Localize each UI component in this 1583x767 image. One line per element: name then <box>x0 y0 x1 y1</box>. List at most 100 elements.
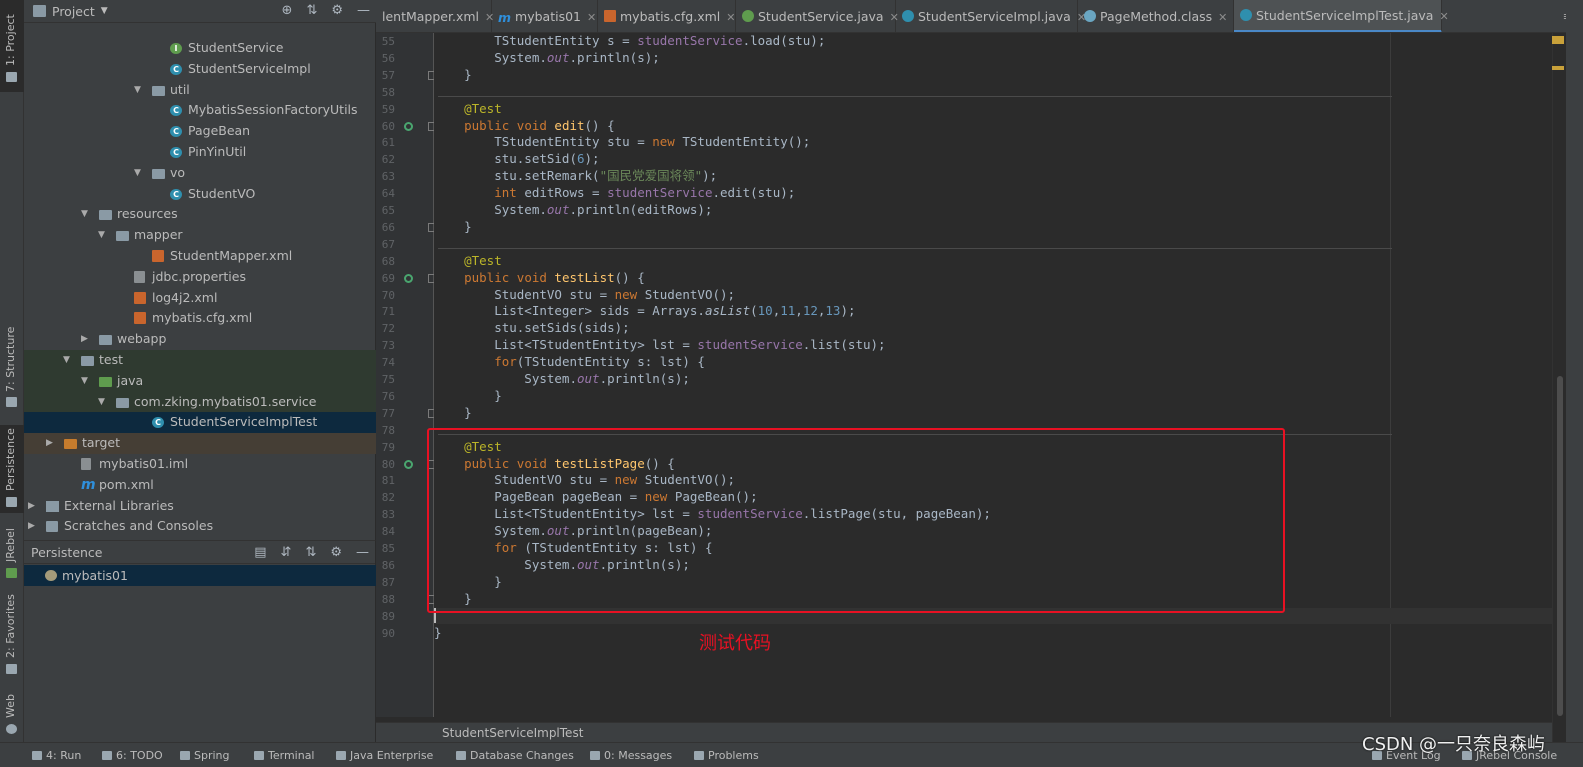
tree-item[interactable]: ▶ External Libraries <box>24 496 376 517</box>
editor-tab[interactable]: StudentService.java ✕ <box>736 0 899 32</box>
code-line[interactable]: StudentVO stu = new StudentVO(); <box>434 287 1552 304</box>
close-icon[interactable]: ✕ <box>726 11 735 24</box>
close-icon[interactable]: ✕ <box>1439 10 1448 23</box>
tree-item[interactable]: ▼ util <box>24 80 376 101</box>
run-test-icon[interactable] <box>404 121 413 131</box>
tool-tab-structure[interactable]: 7: Structure <box>0 325 24 410</box>
code-line[interactable]: } <box>434 219 1552 236</box>
chevron-down-icon[interactable]: ▼ <box>98 225 105 246</box>
tool-tab-persistence[interactable]: Persistence <box>0 425 24 513</box>
tree-item[interactable]: C StudentServiceImplTest <box>24 412 376 434</box>
editor-tab[interactable]: PageMethod.class ✕ <box>1078 0 1234 32</box>
chevron-down-icon[interactable]: ▼ <box>63 350 70 371</box>
tree-item[interactable]: ▼ com.zking.mybatis01.service <box>24 391 376 413</box>
code-line[interactable]: System.out.println(editRows); <box>434 202 1552 219</box>
code-line[interactable]: } <box>434 625 1552 642</box>
persistence-item[interactable]: mybatis01 <box>24 565 376 586</box>
scrollbar-thumb[interactable] <box>1557 376 1563 716</box>
code-line[interactable]: @Test <box>434 253 1552 270</box>
chevron-down-icon[interactable]: ▼ <box>81 371 88 392</box>
tree-item[interactable]: ▶ webapp <box>24 329 376 350</box>
warning-marker[interactable] <box>1552 66 1564 70</box>
expand-icon[interactable]: ⇵ <box>281 541 292 564</box>
code-editor[interactable]: TStudentEntity s = studentService.load(s… <box>434 33 1552 717</box>
editor-tab[interactable]: StudentServiceImplTest.java ✕ <box>1234 0 1449 32</box>
editor-tab[interactable]: mybatis.cfg.xml ✕ <box>598 0 736 32</box>
run-test-icon[interactable] <box>404 459 413 469</box>
tree-item[interactable]: mybatis.cfg.xml <box>24 308 376 329</box>
editor-tab[interactable]: lentMapper.xml ✕ <box>376 0 494 32</box>
code-line[interactable]: List<TStudentEntity> lst = studentServic… <box>434 337 1552 354</box>
bottom-tool-tab[interactable]: Database Changes <box>456 749 574 762</box>
tree-item[interactable]: C PageBean <box>24 121 376 142</box>
code-line[interactable]: @Test <box>434 101 1552 118</box>
project-panel-title[interactable]: Project <box>52 4 95 19</box>
bottom-tool-tab[interactable]: Spring <box>180 749 230 762</box>
code-line[interactable]: for(TStudentEntity s: lst) { <box>434 354 1552 371</box>
bottom-tool-tab[interactable]: 4: Run <box>32 749 81 762</box>
editor-tab[interactable]: StudentServiceImpl.java ✕ <box>896 0 1086 32</box>
chevron-down-icon[interactable]: ▼ <box>134 163 141 184</box>
bottom-tool-tab[interactable]: 0: Messages <box>590 749 672 762</box>
code-line[interactable]: } <box>434 388 1552 405</box>
gear-icon[interactable]: ⚙ <box>331 3 343 18</box>
chevron-right-icon[interactable]: ▶ <box>28 496 35 517</box>
tree-item[interactable]: ▼ vo <box>24 163 376 184</box>
tree-item[interactable]: ▶ target <box>24 433 376 454</box>
minimize-icon[interactable]: — <box>357 3 370 18</box>
collapse-icon[interactable]: ⇅ <box>306 3 317 18</box>
tree-item[interactable]: I StudentService <box>24 38 376 59</box>
bottom-tool-tab[interactable]: 6: TODO <box>102 749 163 762</box>
tree-item[interactable]: log4j2.xml <box>24 288 376 309</box>
tree-item[interactable]: C StudentVO <box>24 184 376 205</box>
tree-item[interactable]: ▼ resources <box>24 204 376 225</box>
code-line[interactable]: public void edit() { <box>434 118 1552 135</box>
chevron-right-icon[interactable]: ▶ <box>46 433 53 454</box>
chevron-right-icon[interactable]: ▶ <box>28 516 35 537</box>
tree-item[interactable]: mybatis01.iml <box>24 454 376 475</box>
warning-marker[interactable] <box>1552 36 1564 44</box>
tree-item[interactable]: ▼ mapper <box>24 225 376 246</box>
tree-item[interactable]: ▼ java <box>24 370 376 392</box>
code-line[interactable]: System.out.println(s); <box>434 371 1552 388</box>
code-line[interactable]: List<Integer> sids = Arrays.asList(10,11… <box>434 303 1552 320</box>
code-line[interactable]: System.out.println(s); <box>434 50 1552 67</box>
code-line[interactable] <box>434 236 1552 253</box>
console-icon[interactable]: ▤ <box>254 541 266 564</box>
chevron-down-icon[interactable]: ▼ <box>98 392 105 413</box>
code-line[interactable]: int editRows = studentService.edit(stu); <box>434 185 1552 202</box>
run-test-icon[interactable] <box>404 273 413 283</box>
code-line[interactable]: TStudentEntity s = studentService.load(s… <box>434 33 1552 50</box>
code-line[interactable]: stu.setSid(6); <box>434 151 1552 168</box>
code-line[interactable]: TStudentEntity stu = new TStudentEntity(… <box>434 134 1552 151</box>
tree-item[interactable]: StudentMapper.xml <box>24 246 376 267</box>
collapse-icon[interactable]: ⇅ <box>305 541 316 564</box>
chevron-down-icon[interactable]: ▼ <box>81 204 88 225</box>
editor-tab[interactable]: m mybatis01 ✕ <box>492 0 598 32</box>
tree-item[interactable]: ▶ Scratches and Consoles <box>24 516 376 537</box>
code-line[interactable]: stu.setSids(sids); <box>434 320 1552 337</box>
tree-item[interactable]: ▼ test <box>24 350 376 371</box>
gear-icon[interactable]: ⚙ <box>330 541 342 564</box>
bottom-tool-tab[interactable]: Java Enterprise <box>336 749 433 762</box>
code-line[interactable]: stu.setRemark("国民党爱国将领"); <box>434 168 1552 185</box>
tool-tab-web[interactable]: Web <box>0 688 24 738</box>
chevron-right-icon[interactable]: ▶ <box>81 329 88 350</box>
code-line[interactable]: public void testList() { <box>434 270 1552 287</box>
bottom-tool-tab[interactable]: Problems <box>694 749 759 762</box>
close-icon[interactable]: ✕ <box>1218 11 1227 24</box>
tool-tab-favorites[interactable]: 2: Favorites <box>0 592 24 678</box>
tool-tab-jrebel[interactable]: JRebel <box>0 520 24 582</box>
tree-item[interactable]: m pom.xml <box>24 475 376 496</box>
tool-tab-project[interactable]: 1: Project <box>0 0 24 92</box>
chevron-down-icon[interactable]: ▼ <box>134 80 141 101</box>
tree-item[interactable]: C PinYinUtil <box>24 142 376 163</box>
bottom-tool-tab[interactable]: Terminal <box>254 749 315 762</box>
tree-item[interactable]: C StudentServiceImpl <box>24 59 376 80</box>
chevron-down-icon[interactable]: ▼ <box>101 6 108 16</box>
close-icon[interactable]: ✕ <box>587 11 596 24</box>
tree-item[interactable]: jdbc.properties <box>24 267 376 288</box>
code-line[interactable]: } <box>434 67 1552 84</box>
locate-icon[interactable]: ⊕ <box>282 3 293 18</box>
tree-item[interactable]: C MybatisSessionFactoryUtils <box>24 100 376 121</box>
